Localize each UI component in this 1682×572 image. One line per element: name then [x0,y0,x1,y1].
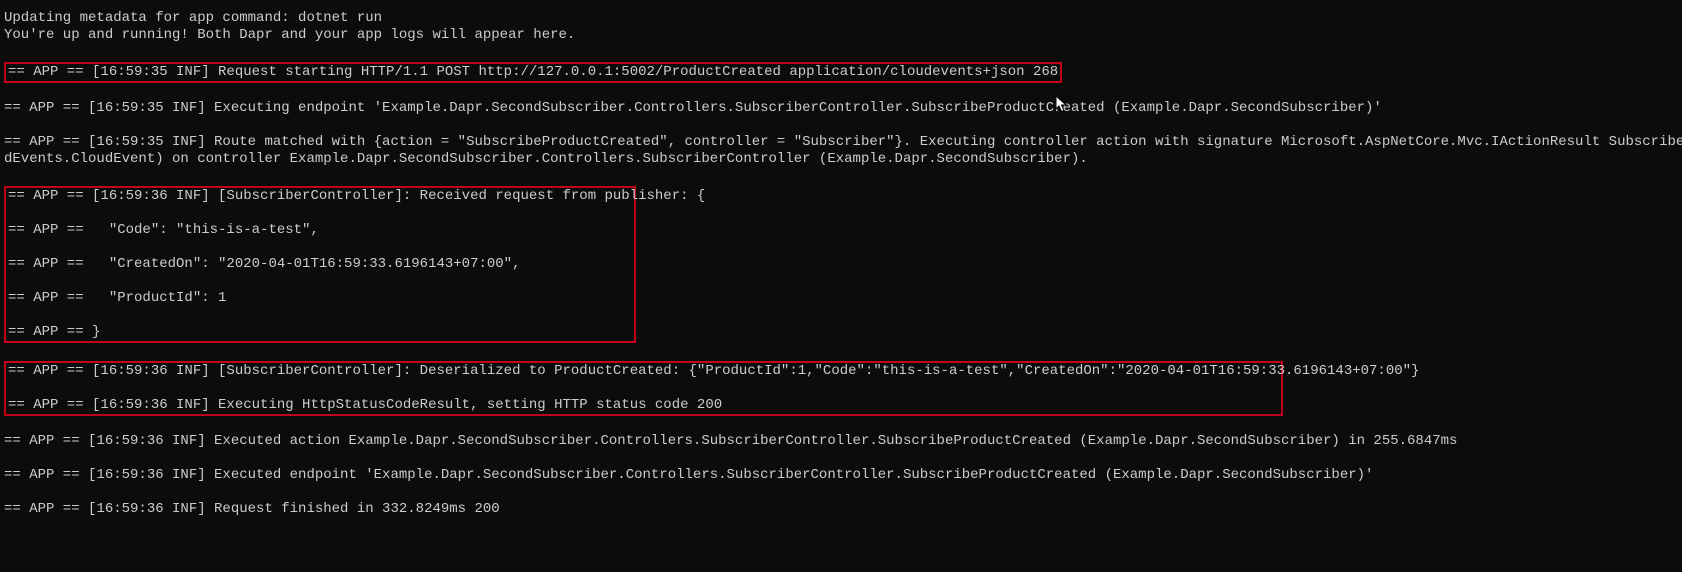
log-line: dEvents.CloudEvent) on controller Exampl… [4,151,1682,168]
log-line: == APP == [16:59:35 INF] Route matched w… [4,134,1682,151]
highlighted-log-box: == APP == [16:59:36 INF] [SubscriberCont… [4,186,636,343]
log-line [6,307,634,324]
log-line: == APP == "ProductId": 1 [6,290,634,307]
log-line: == APP == [16:59:36 INF] Request finishe… [4,501,1682,518]
log-line: == APP == } [6,324,634,341]
log-line: Updating metadata for app command: dotne… [4,10,1682,27]
log-line: == APP == [16:59:36 INF] Executed endpoi… [4,467,1682,484]
log-line [6,205,634,222]
highlighted-log-box: == APP == [16:59:35 INF] Request startin… [4,62,1062,83]
log-line [6,239,634,256]
log-line: == APP == [16:59:35 INF] Request startin… [6,64,1060,81]
log-line: == APP == [16:59:36 INF] Executed action… [4,433,1682,450]
log-line [6,380,1281,397]
log-line: == APP == "Code": "this-is-a-test", [6,222,634,239]
log-line: == APP == "CreatedOn": "2020-04-01T16:59… [6,256,634,273]
log-line: == APP == [16:59:36 INF] [SubscriberCont… [6,188,634,205]
terminal-output[interactable]: Updating metadata for app command: dotne… [4,10,1682,518]
log-line [6,273,634,290]
log-line: == APP == [16:59:36 INF] Executing HttpS… [6,397,1281,414]
log-line: You're up and running! Both Dapr and you… [4,27,1682,44]
log-line: == APP == [16:59:35 INF] Executing endpo… [4,100,1682,117]
log-line: == APP == [16:59:36 INF] [SubscriberCont… [6,363,1281,380]
highlighted-log-box: == APP == [16:59:36 INF] [SubscriberCont… [4,361,1283,416]
